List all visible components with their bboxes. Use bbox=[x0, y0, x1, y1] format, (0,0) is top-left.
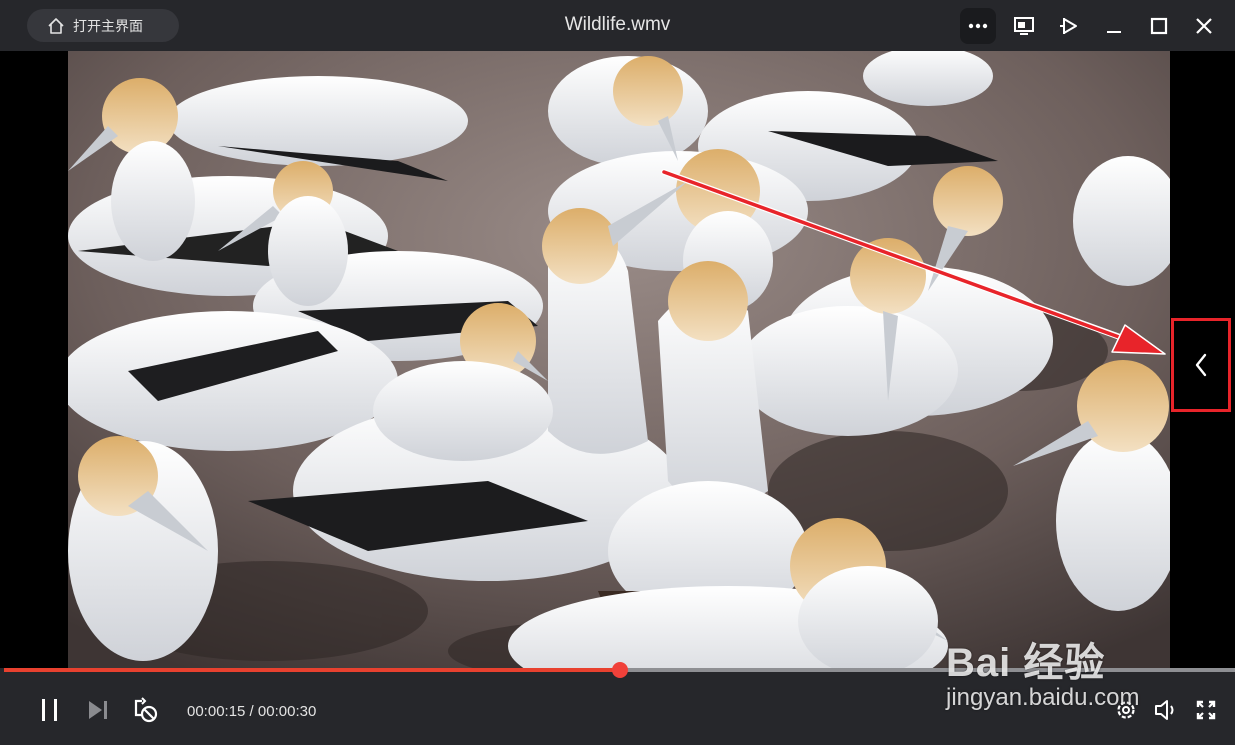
more-icon bbox=[968, 23, 988, 29]
settings-button[interactable] bbox=[1112, 696, 1140, 724]
open-main-interface-button[interactable]: 打开主界面 bbox=[27, 9, 179, 42]
home-icon bbox=[47, 17, 65, 35]
duration: 00:00:30 bbox=[257, 703, 317, 720]
video-frame[interactable] bbox=[68, 51, 1170, 671]
open-main-interface-label: 打开主界面 bbox=[73, 17, 143, 34]
volume-icon bbox=[1155, 700, 1174, 720]
fullscreen-icon bbox=[1196, 700, 1216, 720]
pin-icon bbox=[1060, 18, 1077, 34]
loop-off-icon bbox=[134, 697, 158, 723]
progress-knob[interactable] bbox=[611, 662, 628, 678]
pin-on-top-button[interactable] bbox=[1052, 9, 1086, 43]
progress-bar[interactable] bbox=[4, 662, 1235, 678]
minimize-button[interactable] bbox=[1097, 9, 1131, 43]
screen-capture-icon bbox=[1014, 17, 1034, 35]
title-bar: 打开主界面 Wildlife.wmv bbox=[0, 0, 1235, 51]
maximize-button[interactable] bbox=[1142, 9, 1176, 43]
video-content-gannets bbox=[68, 51, 1170, 671]
chevron-left-icon bbox=[1195, 353, 1207, 377]
next-button[interactable] bbox=[84, 696, 112, 724]
more-button[interactable] bbox=[960, 8, 996, 44]
volume-button[interactable] bbox=[1152, 696, 1180, 724]
screen-capture-button[interactable] bbox=[1007, 9, 1041, 43]
maximize-icon bbox=[1150, 17, 1168, 35]
current-time: 00:00:15 bbox=[187, 703, 246, 720]
side-panel-toggle-button[interactable] bbox=[1171, 318, 1231, 412]
minimize-icon bbox=[1107, 31, 1121, 33]
close-icon bbox=[1196, 18, 1212, 34]
loop-toggle-button[interactable] bbox=[132, 696, 160, 724]
settings-icon bbox=[1117, 701, 1135, 719]
close-button[interactable] bbox=[1187, 9, 1221, 43]
time-display: 00:00:15 / 00:00:30 bbox=[187, 703, 316, 720]
playback-control-bar: 00:00:15 / 00:00:30 bbox=[0, 662, 1235, 745]
fullscreen-button[interactable] bbox=[1192, 696, 1220, 724]
video-player-window: 打开主界面 Wildlife.wmv 00:00:15 / 00:00:30 B… bbox=[0, 0, 1235, 745]
window-controls bbox=[960, 8, 1221, 44]
pause-icon bbox=[42, 699, 57, 721]
next-icon bbox=[89, 701, 107, 719]
time-separator: / bbox=[245, 703, 258, 720]
pause-button[interactable] bbox=[36, 696, 64, 724]
progress-fill bbox=[4, 668, 620, 672]
